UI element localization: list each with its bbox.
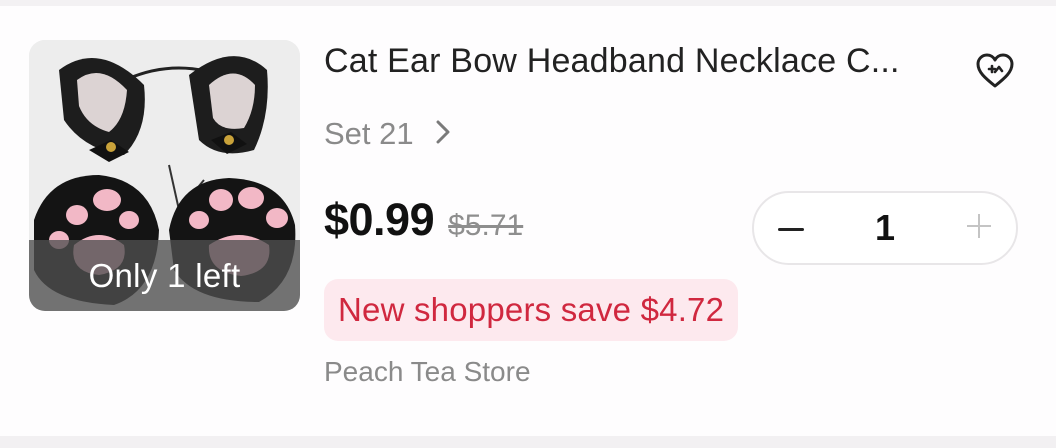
price-row: $0.99 $5.71 [324, 194, 523, 246]
quantity-stepper: 1 [752, 191, 1018, 265]
stock-label: Only 1 left [88, 256, 241, 294]
product-image[interactable]: Only 1 left [29, 40, 300, 311]
stock-overlay: Only 1 left [29, 240, 300, 311]
heart-plus-icon [975, 53, 1015, 94]
new-shopper-promo-badge: New shoppers save $4.72 [324, 279, 739, 341]
wishlist-button[interactable] [970, 48, 1020, 98]
plus-icon [967, 213, 991, 243]
chevron-right-icon [436, 120, 450, 149]
cart-page: Only 1 left Cat Ear Bow Headband Necklac… [0, 0, 1056, 448]
minus-icon [778, 219, 804, 237]
quantity-value[interactable]: 1 [875, 207, 895, 249]
promo-text: New shoppers save $4.72 [338, 291, 725, 328]
price-current: $0.99 [324, 194, 435, 245]
decrease-quantity-button[interactable] [754, 193, 828, 263]
increase-quantity-button[interactable] [942, 193, 1016, 263]
store-name[interactable]: Peach Tea Store [324, 356, 531, 388]
cart-item-card: Only 1 left Cat Ear Bow Headband Necklac… [0, 6, 1056, 436]
price-original: $5.71 [448, 209, 524, 242]
variant-selector[interactable]: Set 21 [324, 116, 450, 152]
variant-label: Set 21 [324, 116, 414, 151]
next-item-divider [0, 436, 1056, 448]
product-title[interactable]: Cat Ear Bow Headband Necklace C... [324, 42, 944, 81]
